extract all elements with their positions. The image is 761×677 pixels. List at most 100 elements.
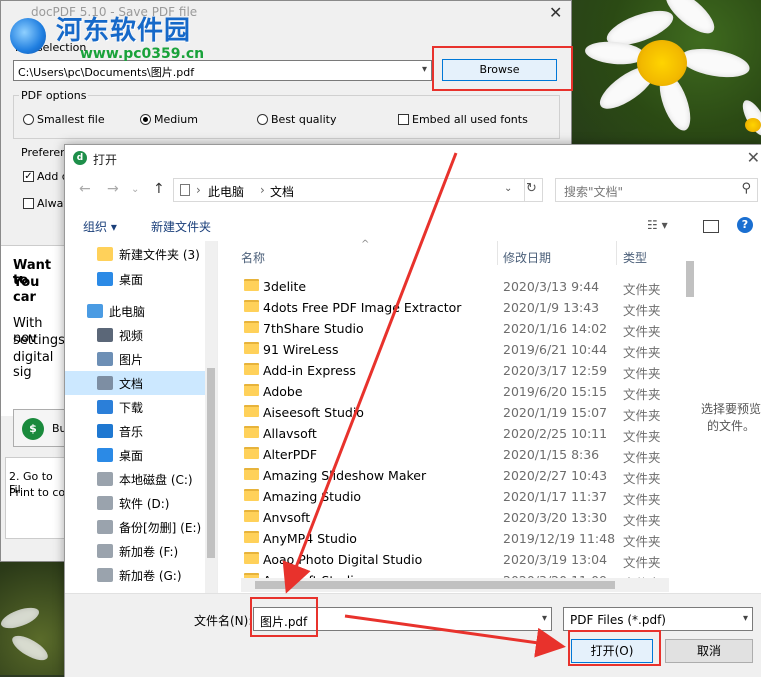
file-row[interactable]: Amazing Studio 2020/1/17 11:37 文件夹 xyxy=(241,486,681,507)
radio-label: Smallest file xyxy=(37,113,105,126)
filename-label: 文件名(N): xyxy=(194,614,253,628)
file-path-value: C:\Users\pc\Documents\图片.pdf xyxy=(18,66,195,79)
file-name: 91 WireLess xyxy=(263,342,339,357)
folder-icon xyxy=(244,489,259,501)
file-row[interactable]: 91 WireLess 2019/6/21 10:44 文件夹 xyxy=(241,339,681,360)
file-name: AlterPDF xyxy=(263,447,318,462)
preferences-label: Preferen xyxy=(19,146,70,159)
file-type: 文件夹 xyxy=(623,282,661,297)
file-name: Adobe xyxy=(263,384,303,399)
instruction-step-2b: Print to co xyxy=(9,486,66,499)
radio-label: Medium xyxy=(154,113,198,126)
daisy-flower xyxy=(584,0,761,150)
file-date: 2019/6/20 15:15 xyxy=(503,384,608,399)
folder-icon xyxy=(244,468,259,480)
folder-icon xyxy=(244,531,259,543)
checkbox-label: Embed all used fonts xyxy=(412,113,528,126)
file-row[interactable]: Adobe 2019/6/20 15:15 文件夹 xyxy=(241,381,681,402)
file-name: Amazing Slideshow Maker xyxy=(263,468,427,483)
close-icon[interactable]: ✕ xyxy=(549,3,562,22)
file-name: Add-in Express xyxy=(263,363,356,378)
file-row[interactable]: Aiseesoft Studio 2020/1/19 15:07 文件夹 xyxy=(241,402,681,423)
chevron-down-icon: ▾ xyxy=(742,613,748,624)
pdf-options-label: PDF options xyxy=(19,89,89,102)
file-name: 7thShare Studio xyxy=(263,321,364,336)
buy-button[interactable]: $ Bu xyxy=(13,409,67,447)
file-type: 文件夹 xyxy=(623,324,661,339)
file-list-scrollbar[interactable] xyxy=(683,241,697,593)
file-row[interactable]: Add-in Express 2020/3/17 12:59 文件夹 xyxy=(241,360,681,381)
chevron-down-icon: ▾ xyxy=(421,64,427,75)
file-name: Amazing Studio xyxy=(263,489,362,504)
preview-pane-icon[interactable] xyxy=(703,220,719,233)
file-type: 文件夹 xyxy=(623,471,661,486)
folder-icon xyxy=(244,363,259,375)
horizontal-scrollbar[interactable] xyxy=(241,578,669,592)
watermark-site-name: 河东软件园 xyxy=(56,16,192,46)
daisy-flower-small xyxy=(0,590,60,675)
radio-smallest-file[interactable]: Smallest file xyxy=(23,113,105,126)
file-date: 2020/2/27 10:43 xyxy=(503,468,608,483)
file-date: 2020/3/19 13:04 xyxy=(503,552,608,567)
file-type: 文件夹 xyxy=(623,429,661,444)
folder-icon xyxy=(244,279,259,291)
highlight-browse xyxy=(432,46,573,91)
file-date: 2020/3/13 9:44 xyxy=(503,279,600,294)
promo-panel: Want to You car With nov settings digita… xyxy=(1,245,65,416)
file-type: 文件夹 xyxy=(623,303,661,318)
filetype-select[interactable]: PDF Files (*.pdf) ▾ xyxy=(563,607,753,631)
file-name: Anvsoft xyxy=(263,510,311,525)
watermark: 河东软件园 www.pc0359.cn xyxy=(8,6,204,62)
horizontal-scrollbar-thumb[interactable] xyxy=(255,581,615,589)
file-date: 2020/1/9 13:43 xyxy=(503,300,600,315)
radio-label: Best quality xyxy=(271,113,337,126)
radio-best-quality[interactable]: Best quality xyxy=(257,113,336,126)
close-icon[interactable]: ✕ xyxy=(747,148,760,167)
file-row[interactable]: Allavsoft 2020/2/25 10:11 文件夹 xyxy=(241,423,681,444)
pref-checkbox-1[interactable]: ✓ Add c xyxy=(23,170,68,183)
file-row[interactable]: Amazing Slideshow Maker 2020/2/27 10:43 文件… xyxy=(241,465,681,486)
folder-icon xyxy=(244,300,259,312)
checkbox-checked-icon: ✓ xyxy=(23,171,34,182)
file-name: 3delite xyxy=(263,279,307,294)
file-row[interactable]: 7thShare Studio 2020/1/16 14:02 文件夹 xyxy=(241,318,681,339)
file-name: AnyMP4 Studio xyxy=(263,531,357,546)
file-date: 2020/1/15 8:36 xyxy=(503,447,600,462)
file-row[interactable]: 3delite 2020/3/13 9:44 文件夹 xyxy=(241,276,681,297)
chevron-down-icon: ▾ xyxy=(541,613,547,624)
help-icon[interactable]: ? xyxy=(737,217,753,233)
file-date: 2020/3/20 13:30 xyxy=(503,510,608,525)
radio-icon xyxy=(257,114,268,125)
preview-message: 选择要预览的文件。 xyxy=(701,402,761,433)
instructions-box: 2. Go to Fil Print to co xyxy=(5,457,67,539)
radio-medium[interactable]: Medium xyxy=(140,113,198,126)
file-row[interactable]: AnyMP4 Studio 2019/12/19 11:48 文件夹 xyxy=(241,528,681,549)
dollar-icon: $ xyxy=(22,418,44,440)
watermark-logo-icon xyxy=(10,18,46,54)
file-date: 2020/1/19 15:07 xyxy=(503,405,608,420)
checkbox-icon xyxy=(398,114,409,125)
promo-heading-2: You car xyxy=(13,275,40,305)
file-list-scrollbar-thumb[interactable] xyxy=(686,261,694,297)
folder-icon xyxy=(244,384,259,396)
highlight-open xyxy=(568,630,661,666)
file-type: 文件夹 xyxy=(623,387,661,402)
file-row[interactable]: Aoaosoft Studio2020/3/20 11:09文件夹 xyxy=(241,570,681,578)
folder-icon xyxy=(244,447,259,459)
embed-fonts-checkbox[interactable]: Embed all used fonts xyxy=(398,113,528,126)
file-name: Allavsoft xyxy=(263,426,317,441)
file-date: 2019/12/19 11:48 xyxy=(503,531,616,546)
file-row[interactable]: 4dots Free PDF Image Extractor 2020/1/9 1… xyxy=(241,297,681,318)
file-name: 4dots Free PDF Image Extractor xyxy=(263,300,462,315)
file-row[interactable]: Anvsoft 2020/3/20 13:30 文件夹 xyxy=(241,507,681,528)
file-row[interactable]: Aoao Photo Digital Studio 2020/3/19 13:04… xyxy=(241,549,681,570)
file-type: 文件夹 xyxy=(623,366,661,381)
file-date: 2020/2/25 10:11 xyxy=(503,426,608,441)
folder-icon xyxy=(244,342,259,354)
cancel-button[interactable]: 取消 xyxy=(665,639,753,663)
pref-checkbox-2[interactable]: Alway xyxy=(23,197,70,210)
file-name: Aoao Photo Digital Studio xyxy=(263,552,423,567)
file-row[interactable]: AlterPDF 2020/1/15 8:36 文件夹 xyxy=(241,444,681,465)
promo-text-2: settings xyxy=(13,333,65,348)
file-path-combobox[interactable]: C:\Users\pc\Documents\图片.pdf ▾ xyxy=(13,60,432,81)
